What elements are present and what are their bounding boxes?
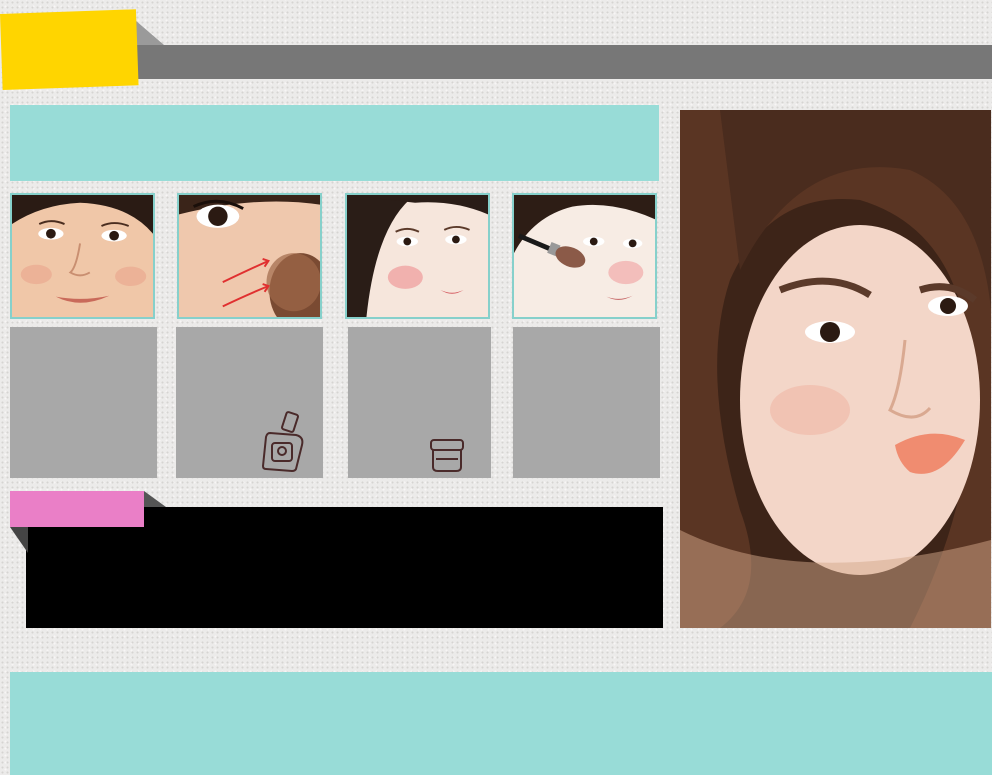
cream-jar-icon <box>430 439 464 472</box>
step-2-photo <box>177 193 322 319</box>
step-1-text-box <box>10 327 157 478</box>
nail-polish-bottle-icon <box>261 411 304 473</box>
header-bar <box>128 45 992 79</box>
bottom-banner <box>10 672 992 775</box>
step-3-photo <box>345 193 490 319</box>
step-3-text-box <box>348 327 491 478</box>
intro-banner <box>10 105 659 181</box>
header-tab <box>0 9 139 90</box>
main-portrait-photo <box>680 110 991 628</box>
step-1-photo <box>10 193 155 319</box>
step-4-text-box <box>513 327 660 478</box>
tips-tab-shadow <box>10 527 28 553</box>
tips-tab <box>10 491 144 527</box>
step-2-text-box <box>176 327 323 478</box>
tips-tab-fold <box>144 491 166 507</box>
step-4-photo <box>512 193 657 319</box>
